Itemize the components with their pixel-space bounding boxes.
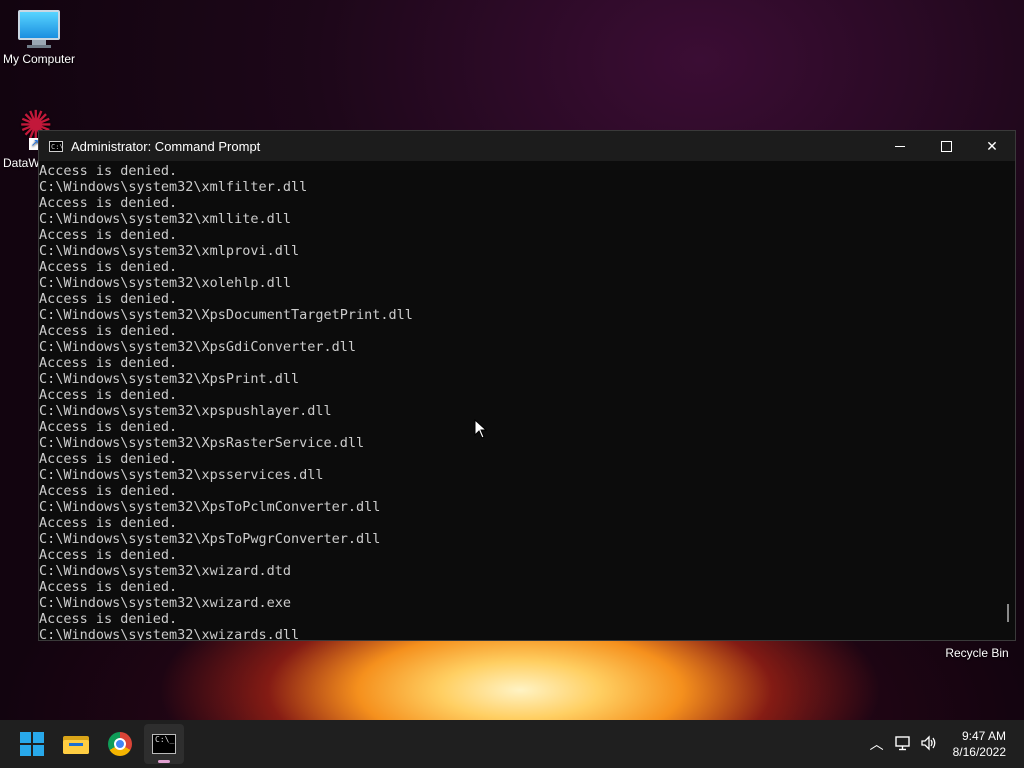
console-line: C:\Windows\system32\XpsDocumentTargetPri…: [39, 307, 413, 323]
chrome-icon: [108, 732, 132, 756]
console-line: Access is denied.: [39, 515, 178, 531]
window-titlebar[interactable]: C:\ Administrator: Command Prompt ✕: [39, 131, 1015, 161]
console-line: C:\Windows\system32\xwizard.dtd: [39, 563, 291, 579]
taskbar-clock[interactable]: 9:47 AM 8/16/2022: [953, 728, 1006, 760]
console-line: C:\Windows\system32\xpsservices.dll: [39, 467, 324, 483]
taskbar-file-explorer[interactable]: [56, 724, 96, 764]
taskbar-command-prompt[interactable]: C:\_: [144, 724, 184, 764]
console-line: C:\Windows\system32\xwizard.exe: [39, 595, 291, 611]
console-line: Access is denied.: [39, 323, 178, 339]
vertical-scrollbar[interactable]: [999, 161, 1015, 640]
computer-icon: [18, 10, 60, 48]
folder-icon: [63, 734, 89, 754]
clock-time: 9:47 AM: [961, 729, 1006, 743]
console-line: Access is denied.: [39, 387, 178, 403]
windows-start-icon: [20, 732, 44, 756]
desktop-icon-label: My Computer: [2, 52, 76, 66]
scrollbar-thumb[interactable]: [1007, 604, 1009, 622]
console-line: C:\Windows\system32\XpsRasterService.dll: [39, 435, 365, 451]
console-line: Access is denied.: [39, 419, 178, 435]
minimize-button[interactable]: [877, 131, 923, 161]
taskbar: C:\_ ︿ 9:47 AM 8/16/2022: [0, 720, 1024, 768]
window-title: Administrator: Command Prompt: [71, 138, 261, 154]
console-line: C:\Windows\system32\xwizards.dll: [39, 627, 300, 640]
maximize-button[interactable]: [923, 131, 969, 161]
start-button[interactable]: [12, 724, 52, 764]
console-line: C:\Windows\system32\XpsToPclmConverter.d…: [39, 499, 381, 515]
console-line: C:\Windows\system32\xmlprovi.dll: [39, 243, 300, 259]
maximize-icon: [940, 140, 952, 152]
console-text: Access is denied. C:\Windows\system32\xml…: [39, 161, 999, 640]
console-line: C:\Windows\system32\XpsPrint.dll: [39, 371, 300, 387]
console-line: Access is denied.: [39, 355, 178, 371]
desktop-icon-my-computer[interactable]: My Computer: [0, 10, 78, 66]
console-line: Access is denied.: [39, 579, 178, 595]
cmd-icon: C:\: [49, 140, 64, 152]
console-line: Access is denied.: [39, 451, 178, 467]
taskbar-chrome[interactable]: [100, 724, 140, 764]
cmd-icon: C:\_: [152, 734, 176, 754]
console-line: Access is denied.: [39, 547, 178, 563]
console-line: C:\Windows\system32\xmlfilter.dll: [39, 179, 308, 195]
desktop-icon-label: Recycle Bin: [945, 646, 1009, 660]
system-tray: ︿ 9:47 AM 8/16/2022: [865, 720, 1024, 768]
close-icon: ✕: [986, 137, 998, 154]
console-line: Access is denied.: [39, 259, 178, 275]
console-line: C:\Windows\system32\xmllite.dll: [39, 211, 291, 227]
minimize-icon: [895, 145, 905, 147]
volume-icon[interactable]: [917, 734, 941, 754]
desktop-icon-recycle-bin[interactable]: Recycle Bin: [940, 646, 1014, 660]
console-output[interactable]: Access is denied. C:\Windows\system32\xml…: [39, 161, 999, 640]
console-line: C:\Windows\system32\XpsToPwgrConverter.d…: [39, 531, 381, 547]
network-icon[interactable]: [891, 735, 915, 754]
console-line: Access is denied.: [39, 195, 178, 211]
console-line: C:\Windows\system32\XpsGdiConverter.dll: [39, 339, 356, 355]
console-line: Access is denied.: [39, 611, 178, 627]
close-button[interactable]: ✕: [969, 131, 1015, 161]
console-line: Access is denied.: [39, 163, 178, 179]
desktop-icon-label: DataW: [3, 156, 40, 170]
console-line: Access is denied.: [39, 483, 178, 499]
console-line: C:\Windows\system32\xpspushlayer.dll: [39, 403, 332, 419]
console-line: Access is denied.: [39, 227, 178, 243]
chevron-up-icon[interactable]: ︿: [865, 734, 889, 754]
command-prompt-window[interactable]: C:\ Administrator: Command Prompt ✕ Acce…: [38, 130, 1016, 641]
console-line: Access is denied.: [39, 291, 178, 307]
clock-date: 8/16/2022: [952, 745, 1006, 759]
console-line: C:\Windows\system32\xolehlp.dll: [39, 275, 291, 291]
